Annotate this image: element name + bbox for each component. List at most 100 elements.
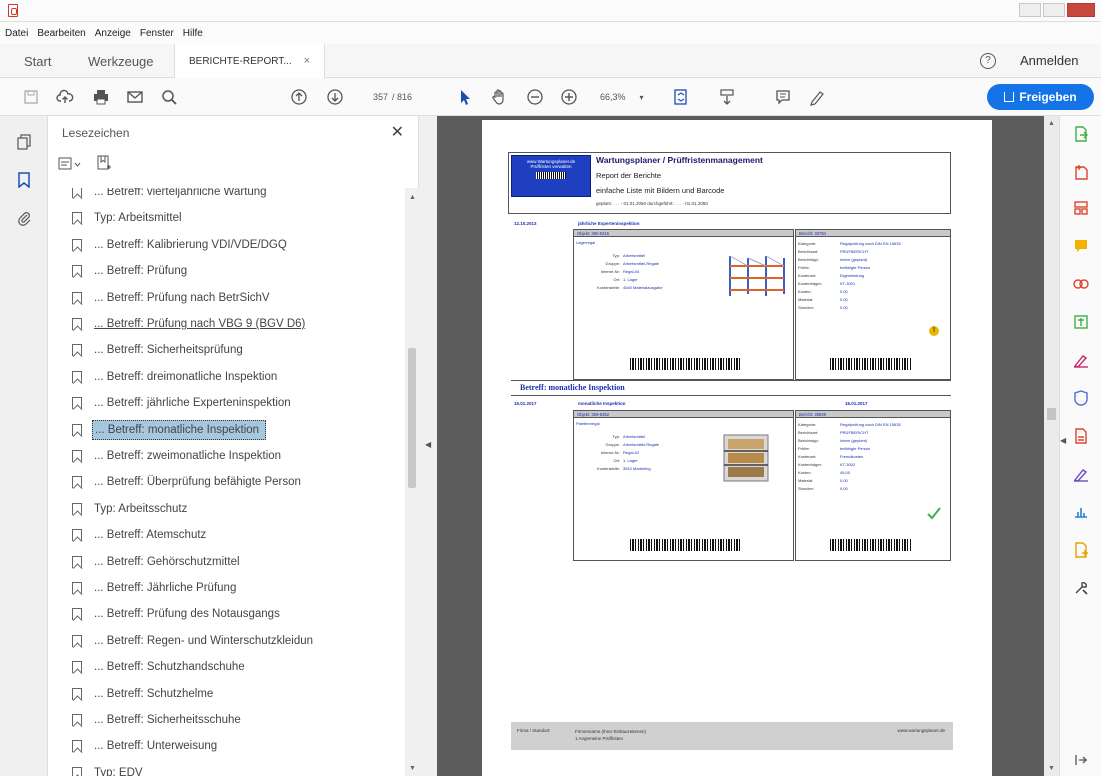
bookmark-item[interactable]: ... Betreff: Sicherheitsprüfung bbox=[72, 338, 402, 362]
page-fit-icon[interactable] bbox=[672, 87, 690, 107]
chevron-left-icon[interactable]: ◀ bbox=[1060, 436, 1066, 445]
more-tools-icon[interactable] bbox=[1073, 580, 1089, 596]
bookmark-label: ... Betreff: Prüfung nach BetrSichV bbox=[94, 291, 270, 304]
search-icon[interactable] bbox=[160, 87, 178, 107]
share-label: Freigeben bbox=[1019, 90, 1077, 104]
entry1-report-barcode bbox=[830, 358, 912, 370]
bookmark-label: ... Betreff: Prüfung nach VBG 9 (BGV D6) bbox=[94, 318, 306, 330]
scroll-mode-icon[interactable] bbox=[718, 87, 736, 107]
bookmark-item[interactable]: ... Betreff: dreimonatliche Inspektion bbox=[72, 365, 402, 389]
close-icon[interactable]: ✕ bbox=[391, 122, 404, 142]
section-divider bbox=[511, 380, 951, 381]
bookmark-item[interactable]: ... Betreff: jährliche Experteninspektio… bbox=[72, 391, 402, 415]
bookmark-item[interactable]: ... Betreff: Überprüfung befähigte Perso… bbox=[72, 470, 402, 494]
export-redact-icon[interactable] bbox=[1073, 428, 1089, 444]
save-icon[interactable] bbox=[22, 87, 40, 107]
bookmark-icon bbox=[72, 740, 82, 753]
compare-icon[interactable] bbox=[1073, 276, 1089, 292]
select-cursor-icon[interactable] bbox=[456, 87, 474, 107]
bookmark-item[interactable]: Typ: Arbeitsmittel bbox=[72, 206, 402, 230]
tab-tools[interactable]: Werkzeuge bbox=[88, 44, 154, 78]
email-icon[interactable] bbox=[126, 87, 144, 107]
scroll-up-icon[interactable]: ▲ bbox=[1048, 120, 1055, 127]
bookmark-item[interactable]: ... Betreff: Prüfung nach BetrSichV bbox=[72, 286, 402, 310]
previous-page-icon[interactable] bbox=[290, 87, 308, 107]
menu-window[interactable]: Fenster bbox=[140, 28, 174, 39]
bookmark-item[interactable]: Typ: Arbeitsschutz bbox=[72, 497, 402, 521]
window-controls bbox=[1019, 3, 1095, 17]
print-icon[interactable] bbox=[92, 87, 110, 107]
panel-collapse-handle[interactable]: ◀ bbox=[419, 116, 437, 776]
bookmarks-icon[interactable] bbox=[16, 172, 32, 188]
bookmark-item[interactable]: ... Betreff: Regen- und Winterschutzklei… bbox=[72, 629, 402, 653]
bookmark-item[interactable]: ... Betreff: Gehörschutzmittel bbox=[72, 550, 402, 574]
fill-sign-icon[interactable] bbox=[1073, 352, 1089, 368]
close-window-button[interactable] bbox=[1067, 3, 1095, 17]
scrollbar-thumb[interactable] bbox=[408, 348, 416, 488]
organize-pages-icon[interactable] bbox=[1073, 200, 1089, 216]
edit-pdf-icon[interactable] bbox=[1073, 314, 1089, 330]
next-page-icon[interactable] bbox=[326, 87, 344, 107]
prepare-form-icon[interactable] bbox=[1073, 542, 1089, 558]
page-thumbnails-icon[interactable] bbox=[16, 134, 32, 150]
bookmark-label: ... Betreff: Gehörschutzmittel bbox=[94, 555, 240, 568]
zoom-dropdown[interactable]: 66,3% ▾ bbox=[600, 88, 660, 106]
share-button[interactable]: Freigeben bbox=[987, 84, 1094, 110]
help-icon[interactable]: ? bbox=[980, 53, 996, 69]
collapse-rail-icon[interactable] bbox=[1073, 752, 1089, 768]
create-pdf-icon[interactable] bbox=[1073, 164, 1089, 180]
comment-tool-icon[interactable] bbox=[1073, 238, 1089, 254]
bookmark-item[interactable]: Typ: EDV bbox=[72, 761, 402, 776]
bookmark-item[interactable]: ... Betreff: vierteljährliche Wartung bbox=[72, 188, 402, 204]
hand-tool-icon[interactable] bbox=[490, 87, 508, 107]
bookmark-options-icon[interactable] bbox=[58, 156, 82, 172]
bookmark-item[interactable]: ... Betreff: Unterweisung bbox=[72, 734, 402, 758]
maximize-button[interactable] bbox=[1043, 3, 1065, 17]
protect-icon[interactable] bbox=[1073, 390, 1089, 406]
send-for-signature-icon[interactable] bbox=[1073, 466, 1089, 482]
bookmark-icon bbox=[72, 265, 82, 278]
document-scrollbar[interactable]: ▲ ▼ bbox=[1044, 116, 1059, 776]
menu-view[interactable]: Anzeige bbox=[95, 28, 131, 39]
bookmark-item[interactable]: ... Betreff: Kalibrierung VDI/VDE/DGQ bbox=[72, 233, 402, 257]
bookmark-label: ... Betreff: Sicherheitsprüfung bbox=[94, 344, 243, 357]
bookmark-item[interactable]: ... Betreff: monatliche Inspektion bbox=[72, 418, 402, 442]
signin-button[interactable]: Anmelden bbox=[1020, 53, 1079, 68]
menu-help[interactable]: Hilfe bbox=[183, 28, 203, 39]
new-bookmark-icon[interactable] bbox=[96, 155, 112, 173]
cloud-upload-icon[interactable] bbox=[56, 87, 74, 107]
page-number-input[interactable] bbox=[362, 88, 388, 106]
bookmarks-scrollbar[interactable]: ▲ ▼ bbox=[405, 188, 419, 776]
scroll-up-icon[interactable]: ▲ bbox=[409, 194, 416, 201]
highlight-pen-icon[interactable] bbox=[808, 87, 826, 107]
attachments-icon[interactable] bbox=[16, 210, 32, 226]
bookmark-icon bbox=[72, 714, 82, 726]
bookmark-item[interactable]: ... Betreff: Schutzhelme bbox=[72, 682, 402, 706]
bookmark-item[interactable]: ... Betreff: Schutzhandschuhe bbox=[72, 655, 402, 679]
zoom-in-icon[interactable] bbox=[560, 87, 578, 107]
scroll-down-icon[interactable]: ▼ bbox=[1048, 765, 1055, 772]
entry1-report-card: Bericht: 30794 Kategorie: Berichtsart: B… bbox=[795, 229, 951, 380]
tab-start[interactable]: Start bbox=[24, 44, 51, 78]
tab-document[interactable]: BERICHTE-REPORT... × bbox=[174, 44, 326, 78]
bookmark-item[interactable]: ... Betreff: zweimonatliche Inspektion bbox=[72, 444, 402, 468]
export-pdf-icon[interactable] bbox=[1073, 126, 1089, 142]
bookmark-item[interactable]: ... Betreff: Jährliche Prüfung bbox=[72, 576, 402, 600]
bookmark-item[interactable]: ... Betreff: Atemschutz bbox=[72, 523, 402, 547]
bookmark-item[interactable]: ... Betreff: Prüfung nach VBG 9 (BGV D6) bbox=[72, 312, 402, 336]
entry2-date-right: 15.01.2017 bbox=[845, 401, 868, 406]
tab-close-icon[interactable]: × bbox=[304, 55, 310, 67]
logo-line-2: Prüffristen verwalten bbox=[530, 164, 572, 169]
bookmark-item[interactable]: ... Betreff: Sicherheitsschuhe bbox=[72, 708, 402, 732]
scroll-down-icon[interactable]: ▼ bbox=[409, 765, 416, 772]
measure-icon[interactable] bbox=[1073, 504, 1089, 520]
minimize-button[interactable] bbox=[1019, 3, 1041, 17]
comment-icon[interactable] bbox=[774, 87, 792, 107]
entry2-report-barcode bbox=[830, 539, 912, 551]
menu-edit[interactable]: Bearbeiten bbox=[37, 28, 85, 39]
bookmark-item[interactable]: ... Betreff: Prüfung des Notausgangs bbox=[72, 602, 402, 626]
menu-file[interactable]: Datei bbox=[5, 28, 28, 39]
document-scrollbar-thumb[interactable] bbox=[1047, 408, 1056, 420]
zoom-out-icon[interactable] bbox=[526, 87, 544, 107]
bookmark-item[interactable]: ... Betreff: Prüfung bbox=[72, 259, 402, 283]
